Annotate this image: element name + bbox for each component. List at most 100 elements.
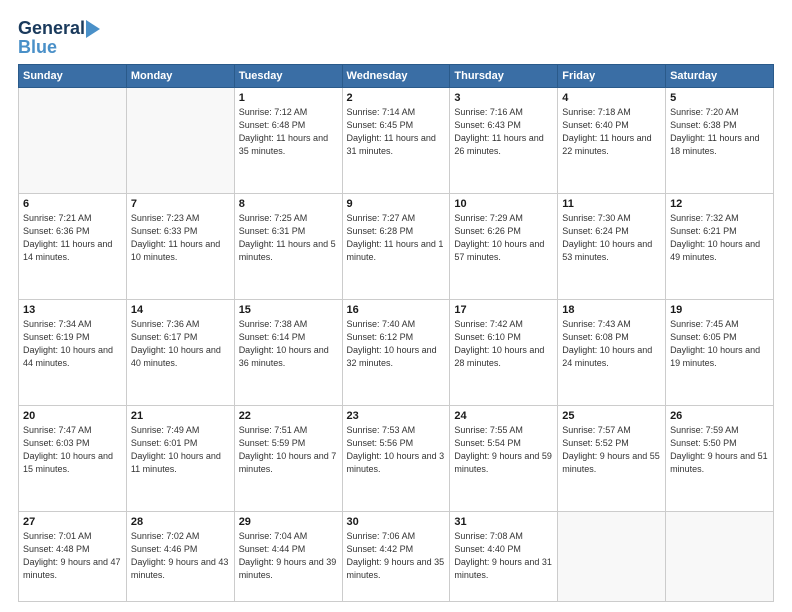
- day-info: Sunrise: 7:23 AM Sunset: 6:33 PM Dayligh…: [131, 212, 230, 264]
- weekday-header-friday: Friday: [558, 65, 666, 88]
- day-info: Sunrise: 7:55 AM Sunset: 5:54 PM Dayligh…: [454, 424, 553, 476]
- day-number: 10: [454, 198, 553, 210]
- weekday-header-row: SundayMondayTuesdayWednesdayThursdayFrid…: [19, 65, 774, 88]
- calendar-cell: 9 Sunrise: 7:27 AM Sunset: 6:28 PM Daylig…: [342, 193, 450, 299]
- calendar-cell: 23 Sunrise: 7:53 AM Sunset: 5:56 PM Dayli…: [342, 405, 450, 511]
- header: General Blue: [18, 18, 774, 58]
- calendar-cell: 31 Sunrise: 7:08 AM Sunset: 4:40 PM Dayli…: [450, 511, 558, 602]
- calendar-cell: 28 Sunrise: 7:02 AM Sunset: 4:46 PM Dayli…: [126, 511, 234, 602]
- day-info: Sunrise: 7:40 AM Sunset: 6:12 PM Dayligh…: [347, 318, 446, 370]
- day-info: Sunrise: 7:47 AM Sunset: 6:03 PM Dayligh…: [23, 424, 122, 476]
- calendar-cell: 10 Sunrise: 7:29 AM Sunset: 6:26 PM Dayli…: [450, 193, 558, 299]
- day-number: 2: [347, 92, 446, 104]
- calendar-cell: 25 Sunrise: 7:57 AM Sunset: 5:52 PM Dayli…: [558, 405, 666, 511]
- calendar-cell: 14 Sunrise: 7:36 AM Sunset: 6:17 PM Dayli…: [126, 299, 234, 405]
- calendar-week-5: 27Sunrise: 7:01 AM Sunset: 4:48 PM Dayli…: [19, 511, 774, 602]
- day-number: 14: [131, 304, 230, 316]
- day-info: Sunrise: 7:29 AM Sunset: 6:26 PM Dayligh…: [454, 212, 553, 264]
- day-info: Sunrise: 7:02 AM Sunset: 4:46 PM Dayligh…: [131, 530, 230, 582]
- calendar-week-1: 1 Sunrise: 7:12 AM Sunset: 6:48 PM Daylig…: [19, 88, 774, 194]
- day-number: 12: [670, 198, 769, 210]
- calendar-cell: 19Sunrise: 7:45 AM Sunset: 6:05 PM Dayli…: [666, 299, 774, 405]
- day-info: Sunrise: 7:08 AM Sunset: 4:40 PM Dayligh…: [454, 530, 553, 582]
- day-number: 9: [347, 198, 446, 210]
- day-number: 24: [454, 410, 553, 422]
- day-number: 27: [23, 516, 122, 528]
- calendar-cell: 13 Sunrise: 7:34 AM Sunset: 6:19 PM Dayli…: [19, 299, 127, 405]
- day-info: Sunrise: 7:59 AM Sunset: 5:50 PM Dayligh…: [670, 424, 769, 476]
- calendar-cell: 8Sunrise: 7:25 AM Sunset: 6:31 PM Daylig…: [234, 193, 342, 299]
- day-number: 30: [347, 516, 446, 528]
- day-number: 13: [23, 304, 122, 316]
- logo-blue: Blue: [18, 37, 57, 58]
- calendar-cell: 2 Sunrise: 7:14 AM Sunset: 6:45 PM Daylig…: [342, 88, 450, 194]
- day-info: Sunrise: 7:43 AM Sunset: 6:08 PM Dayligh…: [562, 318, 661, 370]
- day-number: 29: [239, 516, 338, 528]
- calendar-cell: 3Sunrise: 7:16 AM Sunset: 6:43 PM Daylig…: [450, 88, 558, 194]
- day-number: 22: [239, 410, 338, 422]
- day-number: 28: [131, 516, 230, 528]
- day-info: Sunrise: 7:04 AM Sunset: 4:44 PM Dayligh…: [239, 530, 338, 582]
- day-number: 18: [562, 304, 661, 316]
- day-number: 6: [23, 198, 122, 210]
- day-number: 15: [239, 304, 338, 316]
- calendar-cell: 1 Sunrise: 7:12 AM Sunset: 6:48 PM Daylig…: [234, 88, 342, 194]
- day-number: 5: [670, 92, 769, 104]
- calendar-cell: 26 Sunrise: 7:59 AM Sunset: 5:50 PM Dayli…: [666, 405, 774, 511]
- day-number: 11: [562, 198, 661, 210]
- day-info: Sunrise: 7:30 AM Sunset: 6:24 PM Dayligh…: [562, 212, 661, 264]
- weekday-header-sunday: Sunday: [19, 65, 127, 88]
- day-info: Sunrise: 7:53 AM Sunset: 5:56 PM Dayligh…: [347, 424, 446, 476]
- calendar-cell: 27Sunrise: 7:01 AM Sunset: 4:48 PM Dayli…: [19, 511, 127, 602]
- day-number: 31: [454, 516, 553, 528]
- weekday-header-saturday: Saturday: [666, 65, 774, 88]
- calendar-cell: [666, 511, 774, 602]
- day-number: 16: [347, 304, 446, 316]
- calendar-cell: 12Sunrise: 7:32 AM Sunset: 6:21 PM Dayli…: [666, 193, 774, 299]
- day-number: 23: [347, 410, 446, 422]
- day-info: Sunrise: 7:18 AM Sunset: 6:40 PM Dayligh…: [562, 106, 661, 158]
- calendar-cell: 20 Sunrise: 7:47 AM Sunset: 6:03 PM Dayli…: [19, 405, 127, 511]
- day-number: 1: [239, 92, 338, 104]
- day-info: Sunrise: 7:36 AM Sunset: 6:17 PM Dayligh…: [131, 318, 230, 370]
- weekday-header-monday: Monday: [126, 65, 234, 88]
- day-info: Sunrise: 7:57 AM Sunset: 5:52 PM Dayligh…: [562, 424, 661, 476]
- day-info: Sunrise: 7:34 AM Sunset: 6:19 PM Dayligh…: [23, 318, 122, 370]
- day-number: 26: [670, 410, 769, 422]
- calendar-cell: 29 Sunrise: 7:04 AM Sunset: 4:44 PM Dayli…: [234, 511, 342, 602]
- day-info: Sunrise: 7:42 AM Sunset: 6:10 PM Dayligh…: [454, 318, 553, 370]
- day-number: 20: [23, 410, 122, 422]
- calendar-cell: 11 Sunrise: 7:30 AM Sunset: 6:24 PM Dayli…: [558, 193, 666, 299]
- calendar-cell: 18 Sunrise: 7:43 AM Sunset: 6:08 PM Dayli…: [558, 299, 666, 405]
- day-number: 4: [562, 92, 661, 104]
- day-info: Sunrise: 7:51 AM Sunset: 5:59 PM Dayligh…: [239, 424, 338, 476]
- logo: General Blue: [18, 18, 108, 58]
- day-number: 25: [562, 410, 661, 422]
- day-number: 3: [454, 92, 553, 104]
- weekday-header-thursday: Thursday: [450, 65, 558, 88]
- logo-general: General: [18, 18, 85, 39]
- day-info: Sunrise: 7:06 AM Sunset: 4:42 PM Dayligh…: [347, 530, 446, 582]
- weekday-header-tuesday: Tuesday: [234, 65, 342, 88]
- calendar-cell: 15 Sunrise: 7:38 AM Sunset: 6:14 PM Dayli…: [234, 299, 342, 405]
- day-info: Sunrise: 7:14 AM Sunset: 6:45 PM Dayligh…: [347, 106, 446, 158]
- day-info: Sunrise: 7:25 AM Sunset: 6:31 PM Dayligh…: [239, 212, 338, 264]
- calendar-cell: [126, 88, 234, 194]
- day-number: 19: [670, 304, 769, 316]
- day-number: 21: [131, 410, 230, 422]
- calendar-cell: 21 Sunrise: 7:49 AM Sunset: 6:01 PM Dayli…: [126, 405, 234, 511]
- calendar-cell: [558, 511, 666, 602]
- day-info: Sunrise: 7:38 AM Sunset: 6:14 PM Dayligh…: [239, 318, 338, 370]
- day-info: Sunrise: 7:21 AM Sunset: 6:36 PM Dayligh…: [23, 212, 122, 264]
- weekday-header-wednesday: Wednesday: [342, 65, 450, 88]
- calendar-cell: 17 Sunrise: 7:42 AM Sunset: 6:10 PM Dayli…: [450, 299, 558, 405]
- day-number: 17: [454, 304, 553, 316]
- calendar-cell: 22 Sunrise: 7:51 AM Sunset: 5:59 PM Dayli…: [234, 405, 342, 511]
- logo-arrow-icon: [86, 20, 108, 38]
- calendar-cell: 30 Sunrise: 7:06 AM Sunset: 4:42 PM Dayli…: [342, 511, 450, 602]
- day-info: Sunrise: 7:27 AM Sunset: 6:28 PM Dayligh…: [347, 212, 446, 264]
- calendar-table: SundayMondayTuesdayWednesdayThursdayFrid…: [18, 64, 774, 602]
- day-info: Sunrise: 7:49 AM Sunset: 6:01 PM Dayligh…: [131, 424, 230, 476]
- calendar-cell: 7Sunrise: 7:23 AM Sunset: 6:33 PM Daylig…: [126, 193, 234, 299]
- day-info: Sunrise: 7:12 AM Sunset: 6:48 PM Dayligh…: [239, 106, 338, 158]
